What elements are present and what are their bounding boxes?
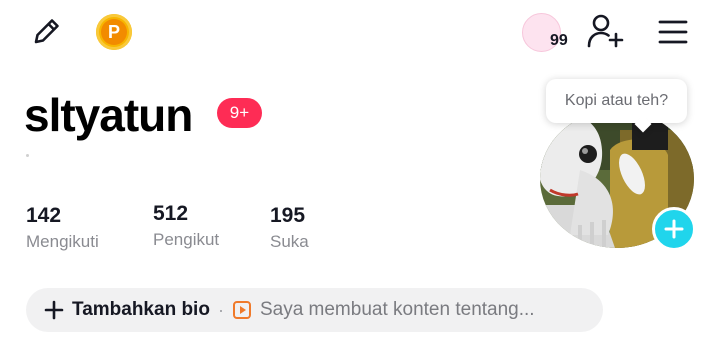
add-bio-button[interactable]: Tambahkan bio · Saya membuat konten tent… xyxy=(26,288,603,332)
add-bio-label: Tambahkan bio xyxy=(72,299,210,320)
add-friend-button[interactable] xyxy=(586,13,626,51)
avatar-tooltip[interactable]: Kopi atau teh? xyxy=(546,79,687,123)
stat-following-value: 142 xyxy=(26,204,62,227)
stat-likes[interactable]: 195 Suka xyxy=(270,204,309,252)
stat-followers-value: 512 xyxy=(153,202,189,225)
inbox-badge[interactable]: 9+ xyxy=(217,98,262,128)
stat-followers-label: Pengikut xyxy=(153,230,220,249)
stat-followers[interactable]: 512 Pengikut xyxy=(153,202,219,250)
coin-icon[interactable]: P xyxy=(96,14,132,50)
stat-likes-value: 195 xyxy=(270,204,306,227)
edit-profile-button[interactable] xyxy=(28,14,64,50)
username: sltyatun xyxy=(24,89,193,141)
divider-dot xyxy=(26,154,29,157)
hamburger-menu-icon xyxy=(658,20,688,44)
bio-separator: · xyxy=(217,299,224,320)
plus-icon xyxy=(44,300,64,320)
coin-letter-p: P xyxy=(101,19,127,45)
plus-icon xyxy=(664,219,684,239)
pencil-icon xyxy=(34,19,59,44)
stat-following-label: Mengikuti xyxy=(26,232,99,251)
notification-count: 99 xyxy=(550,32,568,49)
menu-button[interactable] xyxy=(656,16,690,48)
bio-hint: Saya membuat konten tentang... xyxy=(259,299,535,320)
stat-likes-label: Suka xyxy=(270,232,309,251)
add-person-icon xyxy=(587,14,624,48)
stat-following[interactable]: 142 Mengikuti xyxy=(26,204,99,252)
add-avatar-button[interactable] xyxy=(652,207,696,251)
video-play-icon xyxy=(232,301,251,319)
